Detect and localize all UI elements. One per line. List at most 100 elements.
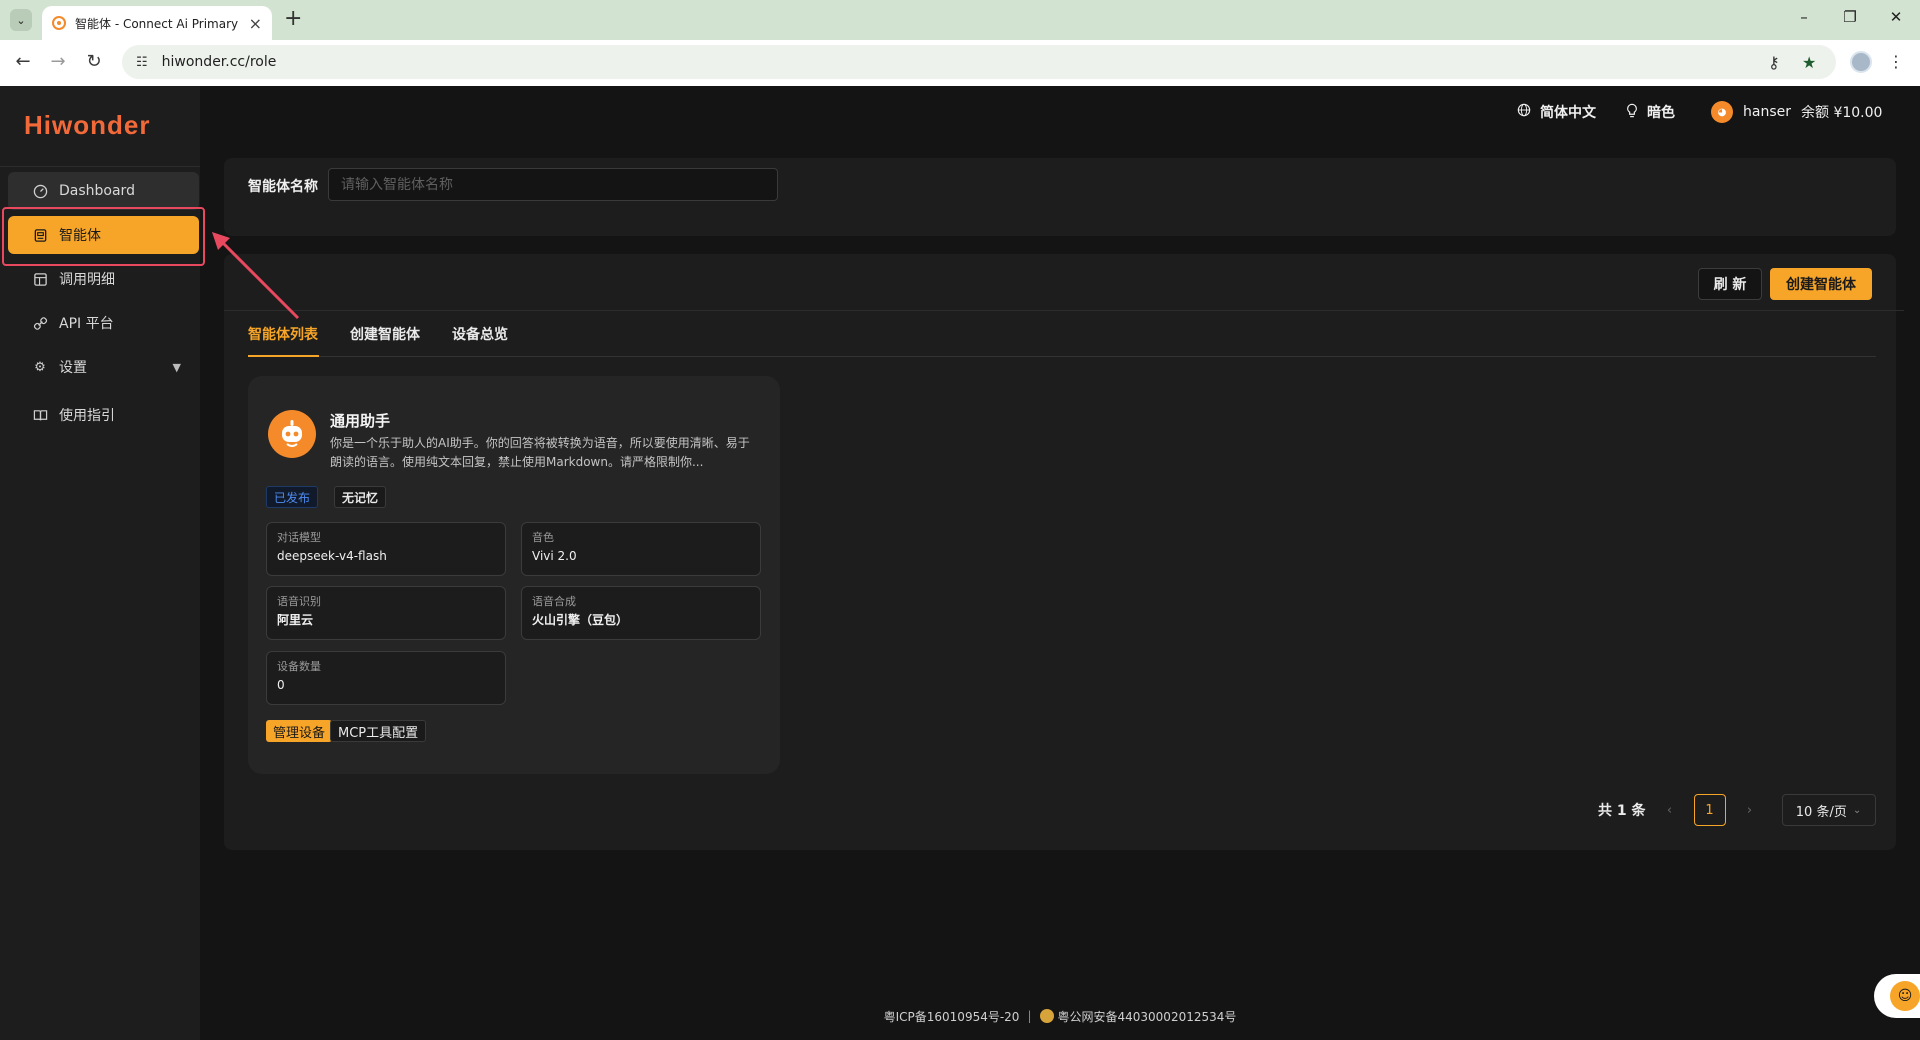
info-device-count: 设备数量 0 (266, 651, 506, 705)
tune-icon[interactable]: ☷ (136, 55, 148, 70)
window-close-icon[interactable]: ✕ (1886, 8, 1906, 26)
sidebar-item-label: Dashboard (59, 183, 135, 199)
user-menu[interactable]: ◕ hanser 余额 ¥10.00 (1711, 100, 1882, 124)
plus-icon[interactable]: + (284, 8, 302, 30)
info-tts: 语音合成 火山引擎（豆包） (521, 586, 761, 640)
agent-name: 通用助手 (330, 412, 391, 430)
police-record-link[interactable]: 粤公网安备44030002012534号 (1058, 1008, 1237, 1025)
chat-bot-icon: ☺ (1890, 981, 1920, 1011)
logo: Hiwonder (24, 110, 151, 140)
chevron-down-icon: ⌄ (16, 13, 26, 27)
sidebar-item-settings[interactable]: ⚙ 设置 ▼ (8, 348, 199, 386)
info-label: 语音识别 (277, 595, 321, 608)
app-root: Hiwonder Dashboard 智能体 调用明细 API 平台 ⚙ 设置 … (0, 86, 1920, 1040)
close-icon[interactable]: × (249, 14, 262, 33)
footer-separator: | (1027, 1009, 1032, 1023)
memory-badge: 无记忆 (334, 486, 387, 508)
username: hanser (1743, 104, 1791, 120)
page-size-select[interactable]: 10 条/页 ⌄ (1781, 794, 1876, 826)
site-favicon-icon (52, 16, 66, 30)
arrow-left-icon[interactable]: ← (12, 52, 34, 72)
mcp-config-button[interactable]: MCP工具配置 (330, 720, 427, 742)
theme-label: 暗色 (1647, 105, 1675, 121)
page-number-button[interactable]: 1 (1693, 794, 1726, 826)
info-asr: 语音识别 阿里云 (266, 586, 506, 640)
status-badge: 已发布 (266, 486, 319, 508)
tab-search-button[interactable]: ⌄ (10, 9, 32, 31)
language-switcher[interactable]: 简体中文 (1517, 100, 1596, 124)
restore-icon[interactable]: ❐ (1840, 8, 1860, 26)
avatar: ◕ (1711, 101, 1733, 123)
agent-name-label: 智能体名称 (248, 179, 318, 195)
balance: 余额 ¥10.00 (1801, 105, 1883, 121)
lightbulb-icon (1626, 103, 1638, 122)
info-value: 火山引擎（豆包） (532, 613, 629, 627)
info-voice: 音色 Vivi 2.0 (521, 522, 761, 576)
theme-switcher[interactable]: 暗色 (1626, 100, 1675, 124)
address-bar[interactable]: ☷ hiwonder.cc/role ⚷ ★ (122, 45, 1836, 79)
refresh-button[interactable]: 刷 新 (1698, 268, 1762, 300)
chevron-left-icon[interactable]: ‹ (1660, 803, 1680, 818)
arrow-right-icon[interactable]: → (47, 52, 69, 72)
globe-icon (1517, 103, 1531, 121)
agent-description: 你是一个乐于助人的AI助手。你的回答将被转换为语音，所以要使用清晰、易于朗读的语… (330, 436, 750, 469)
chevron-right-icon[interactable]: › (1740, 803, 1760, 818)
agent-card[interactable]: 通用助手 你是一个乐于助人的AI助手。你的回答将被转换为语音，所以要使用清晰、易… (248, 376, 780, 774)
sidebar-item-call-details[interactable]: 调用明细 (8, 260, 199, 298)
sidebar: Hiwonder Dashboard 智能体 调用明细 API 平台 ⚙ 设置 … (0, 86, 205, 1040)
profile-avatar[interactable] (1850, 51, 1872, 73)
page-size-label: 10 条/页 (1795, 804, 1847, 820)
annotation-highlight-box (2, 207, 205, 266)
active-tab-indicator (248, 355, 319, 357)
gear-icon: ⚙ (34, 359, 46, 375)
browser-tab-bar: ⌄ 智能体 - Connect Ai Primary × + – ❐ ✕ (0, 0, 1920, 40)
chevron-down-icon: ▼ (172, 360, 181, 374)
sidebar-item-label: API 平台 (59, 316, 114, 332)
info-value: 阿里云 (277, 613, 314, 627)
sidebar-item-label: 调用明细 (59, 272, 115, 288)
link-icon (32, 315, 48, 331)
sidebar-item-api-platform[interactable]: API 平台 (8, 304, 199, 342)
police-badge-icon (1039, 1009, 1054, 1023)
info-label: 语音合成 (532, 595, 576, 608)
footer: 粤ICP备16010954号-20 | 粤公网安备44030002012534号 (200, 992, 1920, 1040)
manage-devices-button[interactable]: 管理设备 (266, 720, 333, 742)
tab-create-agent[interactable]: 创建智能体 (350, 324, 420, 344)
agent-name-input[interactable] (328, 168, 778, 201)
details-icon (32, 271, 48, 287)
info-value: 0 (277, 678, 285, 692)
reload-icon[interactable]: ↻ (83, 52, 105, 72)
language-label: 简体中文 (1540, 105, 1596, 121)
browser-toolbar: ← → ↻ ☷ hiwonder.cc/role ⚷ ★ ⋮ (0, 40, 1920, 86)
pagination: 共 1 条 ‹ 1 › 10 条/页 ⌄ (1598, 794, 1876, 826)
robot-avatar-icon (268, 410, 316, 458)
icp-record-link[interactable]: 粤ICP备16010954号-20 (884, 1008, 1020, 1025)
divider (224, 310, 1904, 311)
info-label: 对话模型 (277, 531, 321, 544)
dashboard-icon (32, 183, 48, 199)
annotation-arrow (212, 232, 300, 320)
tab-title: 智能体 - Connect Ai Primary (75, 16, 239, 31)
sidebar-item-dashboard[interactable]: Dashboard (8, 172, 199, 210)
chevron-down-icon: ⌄ (1852, 804, 1862, 816)
sidebar-item-label: 设置 (59, 360, 87, 376)
more-vertical-icon[interactable]: ⋮ (1888, 52, 1904, 71)
info-value: Vivi 2.0 (532, 549, 577, 563)
filter-panel: 智能体名称 (224, 158, 1896, 236)
info-label: 音色 (532, 531, 554, 544)
tab-agent-list[interactable]: 智能体列表 (248, 324, 318, 344)
tab-device-overview[interactable]: 设备总览 (452, 324, 508, 344)
floating-chat-button[interactable]: ☺ (1874, 974, 1920, 1018)
browser-tab[interactable]: 智能体 - Connect Ai Primary × (42, 6, 272, 40)
minimize-icon[interactable]: – (1794, 8, 1814, 26)
sidebar-item-label: 使用指引 (59, 408, 115, 424)
total-count: 共 1 条 (1598, 803, 1646, 819)
create-agent-button[interactable]: 创建智能体 (1770, 268, 1872, 300)
divider (0, 166, 200, 167)
sidebar-item-guide[interactable]: 使用指引 (8, 396, 199, 434)
info-value: deepseek-v4-flash (277, 549, 387, 563)
key-icon[interactable]: ⚷ (1768, 45, 1780, 79)
star-icon[interactable]: ★ (1802, 45, 1816, 79)
info-label: 设备数量 (277, 660, 321, 673)
info-chat-model: 对话模型 deepseek-v4-flash (266, 522, 506, 576)
